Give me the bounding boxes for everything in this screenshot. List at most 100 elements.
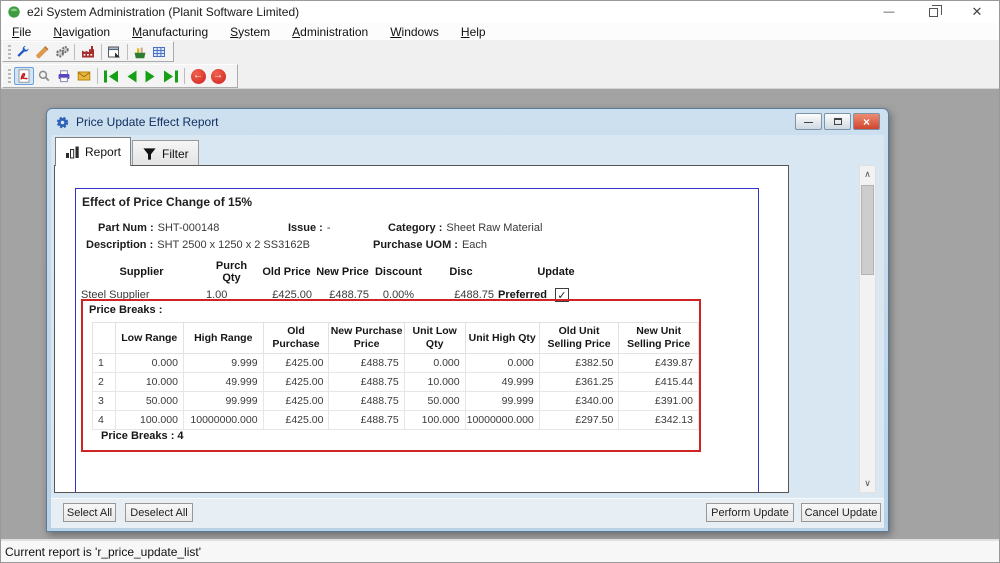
toolbar-report: ← → bbox=[1, 63, 999, 89]
window-restore-button[interactable] bbox=[911, 1, 955, 23]
supplier-table: Supplier Purch Qty Old Price New Price D… bbox=[79, 258, 616, 304]
go-last-button[interactable] bbox=[161, 67, 181, 85]
first-page-icon bbox=[102, 69, 120, 84]
minimize-icon: — bbox=[884, 6, 895, 18]
report-title: Effect of Price Change of 15% bbox=[82, 195, 252, 209]
app-icon bbox=[7, 5, 21, 19]
toolbar-separator bbox=[74, 44, 75, 60]
field-purchase-uom: Purchase UOM :Each bbox=[373, 239, 487, 251]
tools-button[interactable] bbox=[33, 43, 52, 61]
tab-report[interactable]: Report bbox=[55, 137, 131, 166]
price-update-effect-report-dialog: Price Update Effect Report — × Report Fi… bbox=[46, 108, 889, 532]
dialog-minimize-icon: — bbox=[804, 117, 813, 127]
tab-filter[interactable]: Filter bbox=[132, 140, 199, 166]
dialog-button-bar: Select All Deselect All Perform Update C… bbox=[51, 498, 884, 528]
supplier-header-row: Supplier Purch Qty Old Price New Price D… bbox=[79, 258, 616, 286]
mdi-area: Price Update Effect Report — × Report Fi… bbox=[1, 89, 999, 539]
field-issue: Issue :- bbox=[288, 222, 331, 234]
go-next-button[interactable] bbox=[141, 67, 161, 85]
gear-icon bbox=[55, 115, 70, 130]
table-row: 1 0.000 9.999 £425.00 £488.75 0.000 0.00… bbox=[93, 354, 699, 373]
nav-back-button[interactable]: ← bbox=[188, 67, 208, 85]
settings-wrench-button[interactable] bbox=[14, 43, 33, 61]
table-row: 2 10.000 49.999 £425.00 £488.75 10.000 4… bbox=[93, 373, 699, 392]
print-preview-button[interactable] bbox=[34, 67, 54, 85]
menu-navigation[interactable]: Navigation bbox=[42, 23, 121, 40]
go-first-button[interactable] bbox=[101, 67, 121, 85]
dialog-minimize-button[interactable]: — bbox=[795, 113, 822, 130]
price-breaks-label: Price Breaks : bbox=[89, 304, 162, 316]
previous-page-icon bbox=[123, 69, 139, 84]
close-icon: ✕ bbox=[972, 4, 983, 20]
field-part-num: Part Num :SHT-000148 bbox=[98, 222, 219, 234]
dialog-title: Price Update Effect Report bbox=[76, 115, 219, 129]
main-window: e2i System Administration (Planit Softwa… bbox=[0, 0, 1000, 563]
toolbox-icon bbox=[132, 44, 148, 60]
field-category: Category :Sheet Raw Material bbox=[388, 222, 542, 234]
report-page: Effect of Price Change of 15% Part Num :… bbox=[75, 188, 759, 493]
window-title: e2i System Administration (Planit Softwa… bbox=[27, 5, 299, 19]
next-page-icon bbox=[143, 69, 159, 84]
scroll-up-button[interactable]: ∧ bbox=[860, 167, 875, 182]
wrench-icon bbox=[15, 44, 31, 60]
pdf-export-button[interactable] bbox=[14, 67, 34, 85]
price-breaks-count: Price Breaks : 4 bbox=[101, 430, 184, 442]
vertical-scrollbar[interactable]: ∧ ∨ bbox=[859, 165, 876, 493]
menu-file[interactable]: File bbox=[1, 23, 42, 40]
envelope-icon bbox=[76, 68, 92, 84]
toolbar-separator bbox=[184, 68, 185, 84]
restore-icon bbox=[929, 8, 938, 17]
grid-view-button[interactable] bbox=[150, 43, 169, 61]
dialog-maximize-icon bbox=[834, 118, 842, 125]
status-bar: Current report is 'r_price_update_list' bbox=[1, 539, 999, 562]
chevron-down-icon: ∨ bbox=[864, 478, 871, 489]
nav-forward-button[interactable]: → bbox=[208, 67, 228, 85]
report-viewport: Effect of Price Change of 15% Part Num :… bbox=[54, 165, 789, 493]
scroll-down-button[interactable]: ∨ bbox=[860, 476, 875, 491]
factory-button[interactable] bbox=[78, 43, 97, 61]
menu-manufacturing[interactable]: Manufacturing bbox=[121, 23, 219, 40]
toolbar-grip[interactable] bbox=[8, 69, 11, 83]
window-titlebar[interactable]: e2i System Administration (Planit Softwa… bbox=[1, 1, 999, 23]
go-previous-button[interactable] bbox=[121, 67, 141, 85]
funnel-icon bbox=[142, 147, 157, 161]
window-minimize-button[interactable]: — bbox=[867, 1, 911, 23]
price-breaks-table: Low Range High Range Old Purchase New Pu… bbox=[92, 322, 699, 430]
select-all-button[interactable]: Select All bbox=[63, 503, 116, 522]
menu-bar: File Navigation Manufacturing System Adm… bbox=[1, 23, 999, 40]
cancel-update-button[interactable]: Cancel Update bbox=[801, 503, 881, 522]
menu-administration[interactable]: Administration bbox=[281, 23, 379, 40]
dialog-titlebar[interactable]: Price Update Effect Report — × bbox=[47, 109, 888, 135]
menu-system[interactable]: System bbox=[219, 23, 281, 40]
menu-help[interactable]: Help bbox=[450, 23, 497, 40]
toolbar-separator bbox=[101, 44, 102, 60]
dialog-maximize-button[interactable] bbox=[824, 113, 851, 130]
menu-windows[interactable]: Windows bbox=[379, 23, 450, 40]
factory-icon bbox=[80, 44, 96, 60]
toolbar-main bbox=[1, 40, 999, 63]
price-breaks-header-row: Low Range High Range Old Purchase New Pu… bbox=[93, 323, 699, 354]
bar-chart-icon bbox=[65, 145, 80, 159]
gears-button[interactable] bbox=[52, 43, 71, 61]
gears-icon bbox=[54, 44, 70, 60]
properties-window-icon bbox=[106, 44, 122, 60]
print-button[interactable] bbox=[54, 67, 74, 85]
forward-icon: → bbox=[213, 71, 223, 81]
printer-icon bbox=[56, 68, 72, 84]
dialog-close-button[interactable]: × bbox=[853, 113, 880, 130]
table-row: 3 50.000 99.999 £425.00 £488.75 50.000 9… bbox=[93, 392, 699, 411]
toolbar-grip[interactable] bbox=[8, 45, 11, 59]
deselect-all-button[interactable]: Deselect All bbox=[125, 503, 193, 522]
status-text: Current report is 'r_price_update_list' bbox=[5, 545, 201, 559]
properties-button[interactable] bbox=[104, 43, 123, 61]
toolbar-separator bbox=[127, 44, 128, 60]
perform-update-button[interactable]: Perform Update bbox=[706, 503, 794, 522]
magnifier-icon bbox=[36, 68, 52, 84]
scrollbar-thumb[interactable] bbox=[861, 185, 874, 275]
hand-tool-icon bbox=[35, 44, 51, 60]
toolbox-button[interactable] bbox=[131, 43, 150, 61]
toolbar-separator bbox=[97, 68, 98, 84]
email-button[interactable] bbox=[74, 67, 94, 85]
window-close-button[interactable]: ✕ bbox=[955, 1, 999, 23]
dialog-close-icon: × bbox=[863, 115, 870, 129]
